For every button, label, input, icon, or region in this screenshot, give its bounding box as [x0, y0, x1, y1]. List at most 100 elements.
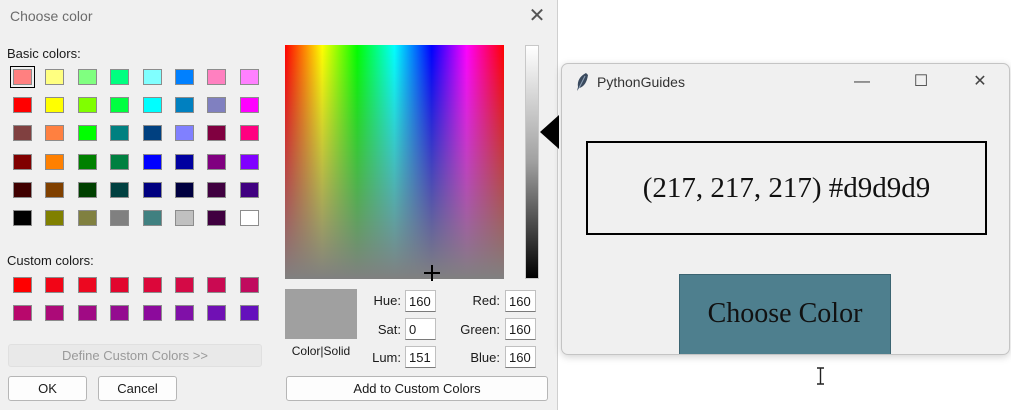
basic-color-swatch[interactable]: [175, 97, 194, 114]
basic-color-swatch[interactable]: [207, 210, 227, 226]
basic-color-swatch[interactable]: [77, 210, 97, 226]
close-icon[interactable]: ✕: [526, 6, 548, 28]
basic-color-swatch[interactable]: [77, 153, 97, 170]
add-to-custom-colors-button[interactable]: Add to Custom Colors: [286, 376, 548, 401]
custom-colors-label: Custom colors:: [7, 253, 94, 268]
basic-color-swatch[interactable]: [175, 69, 194, 85]
basic-color-swatch[interactable]: [45, 210, 65, 226]
custom-color-swatch[interactable]: [239, 277, 259, 293]
basic-color-swatch[interactable]: [207, 97, 227, 114]
basic-color-swatch[interactable]: [239, 210, 259, 226]
basic-color-swatch[interactable]: [77, 125, 97, 142]
basic-color-swatch[interactable]: [175, 125, 194, 142]
define-custom-colors-button[interactable]: Define Custom Colors >>: [8, 344, 262, 367]
blue-label: Blue:: [470, 350, 500, 365]
basic-color-swatch[interactable]: [207, 181, 227, 198]
blue-field[interactable]: 160: [505, 346, 536, 368]
basic-color-swatch[interactable]: [45, 97, 65, 114]
basic-color-swatch[interactable]: [77, 69, 97, 85]
basic-color-swatch[interactable]: [142, 97, 162, 114]
basic-color-swatch[interactable]: [45, 153, 65, 170]
custom-color-swatch[interactable]: [110, 305, 130, 321]
basic-color-swatch[interactable]: [45, 181, 65, 198]
basic-color-swatch[interactable]: [13, 153, 32, 170]
custom-color-swatch[interactable]: [45, 277, 65, 293]
hue-field[interactable]: 160: [405, 290, 436, 312]
maximize-icon[interactable]: ☐: [909, 70, 933, 94]
custom-color-swatch[interactable]: [77, 305, 97, 321]
red-label: Red:: [472, 293, 500, 308]
lum-label: Lum:: [372, 350, 401, 365]
basic-color-swatch[interactable]: [10, 66, 35, 88]
basic-color-swatch[interactable]: [13, 181, 32, 198]
custom-color-swatch[interactable]: [77, 277, 97, 293]
basic-color-swatch[interactable]: [142, 125, 162, 142]
basic-color-swatch[interactable]: [175, 181, 194, 198]
basic-color-swatch[interactable]: [142, 181, 162, 198]
basic-color-swatch[interactable]: [142, 210, 162, 226]
basic-color-swatch[interactable]: [239, 69, 259, 85]
custom-color-swatch[interactable]: [175, 305, 194, 321]
basic-color-swatch[interactable]: [207, 125, 227, 142]
green-field[interactable]: 160: [505, 318, 536, 340]
basic-colors-label: Basic colors:: [7, 46, 81, 61]
dialog-title: Choose color: [10, 8, 93, 24]
basic-color-swatch[interactable]: [77, 97, 97, 114]
custom-color-swatch[interactable]: [45, 305, 65, 321]
custom-color-swatch[interactable]: [207, 305, 227, 321]
custom-color-swatch[interactable]: [142, 305, 162, 321]
pythonguides-window: PythonGuides — ☐ ✕ (217, 217, 217) #d9d9…: [561, 63, 1010, 355]
basic-color-swatch[interactable]: [142, 153, 162, 170]
custom-color-swatch[interactable]: [239, 305, 259, 321]
basic-color-swatch[interactable]: [45, 69, 65, 85]
basic-color-swatch[interactable]: [239, 153, 259, 170]
basic-color-swatch[interactable]: [207, 69, 227, 85]
sat-label: Sat:: [377, 322, 401, 337]
color-solid-label: Color|Solid: [291, 344, 351, 358]
red-field[interactable]: 160: [505, 290, 536, 312]
basic-color-swatch[interactable]: [13, 210, 32, 226]
basic-color-swatch[interactable]: [239, 97, 259, 114]
luminosity-slider[interactable]: [525, 45, 539, 279]
custom-color-swatch[interactable]: [175, 277, 194, 293]
basic-color-swatch[interactable]: [110, 125, 130, 142]
basic-color-swatch[interactable]: [110, 181, 130, 198]
window-title: PythonGuides: [597, 74, 685, 90]
green-label: Green:: [460, 322, 500, 337]
custom-color-swatch[interactable]: [13, 305, 32, 321]
custom-color-swatch[interactable]: [142, 277, 162, 293]
basic-color-swatch[interactable]: [239, 125, 259, 142]
minimize-icon[interactable]: —: [850, 70, 874, 94]
basic-color-swatch[interactable]: [45, 125, 65, 142]
basic-color-swatch[interactable]: [110, 97, 130, 114]
basic-color-swatch[interactable]: [110, 153, 130, 170]
lum-field[interactable]: 151: [405, 346, 436, 368]
color-preview: [285, 289, 357, 339]
feather-icon: [577, 73, 588, 91]
color-result-label: (217, 217, 217) #d9d9d9: [586, 141, 987, 235]
choose-color-button[interactable]: Choose Color: [679, 274, 891, 354]
color-spectrum[interactable]: [285, 45, 504, 279]
custom-color-swatch[interactable]: [110, 277, 130, 293]
basic-color-swatch[interactable]: [175, 153, 194, 170]
slider-arrow-icon[interactable]: [540, 115, 559, 149]
cancel-button[interactable]: Cancel: [98, 376, 177, 401]
ok-button[interactable]: OK: [8, 376, 87, 401]
basic-color-swatch[interactable]: [13, 125, 32, 142]
basic-color-swatch[interactable]: [110, 69, 130, 85]
custom-color-swatch[interactable]: [13, 277, 32, 293]
basic-color-swatch[interactable]: [239, 181, 259, 198]
text-cursor-icon: [817, 367, 824, 385]
close-icon[interactable]: ✕: [968, 70, 992, 94]
choose-color-dialog: Choose color ✕ Basic colors: Custom colo…: [0, 0, 559, 410]
crosshair-icon[interactable]: [424, 265, 440, 281]
basic-color-swatch[interactable]: [77, 181, 97, 198]
sat-field[interactable]: 0: [405, 318, 436, 340]
basic-color-swatch[interactable]: [142, 69, 162, 85]
basic-color-swatch[interactable]: [13, 97, 32, 114]
basic-color-swatch[interactable]: [207, 153, 227, 170]
basic-color-swatch[interactable]: [110, 210, 130, 226]
custom-color-swatch[interactable]: [207, 277, 227, 293]
hue-label: Hue:: [373, 293, 401, 308]
basic-color-swatch[interactable]: [175, 210, 194, 226]
